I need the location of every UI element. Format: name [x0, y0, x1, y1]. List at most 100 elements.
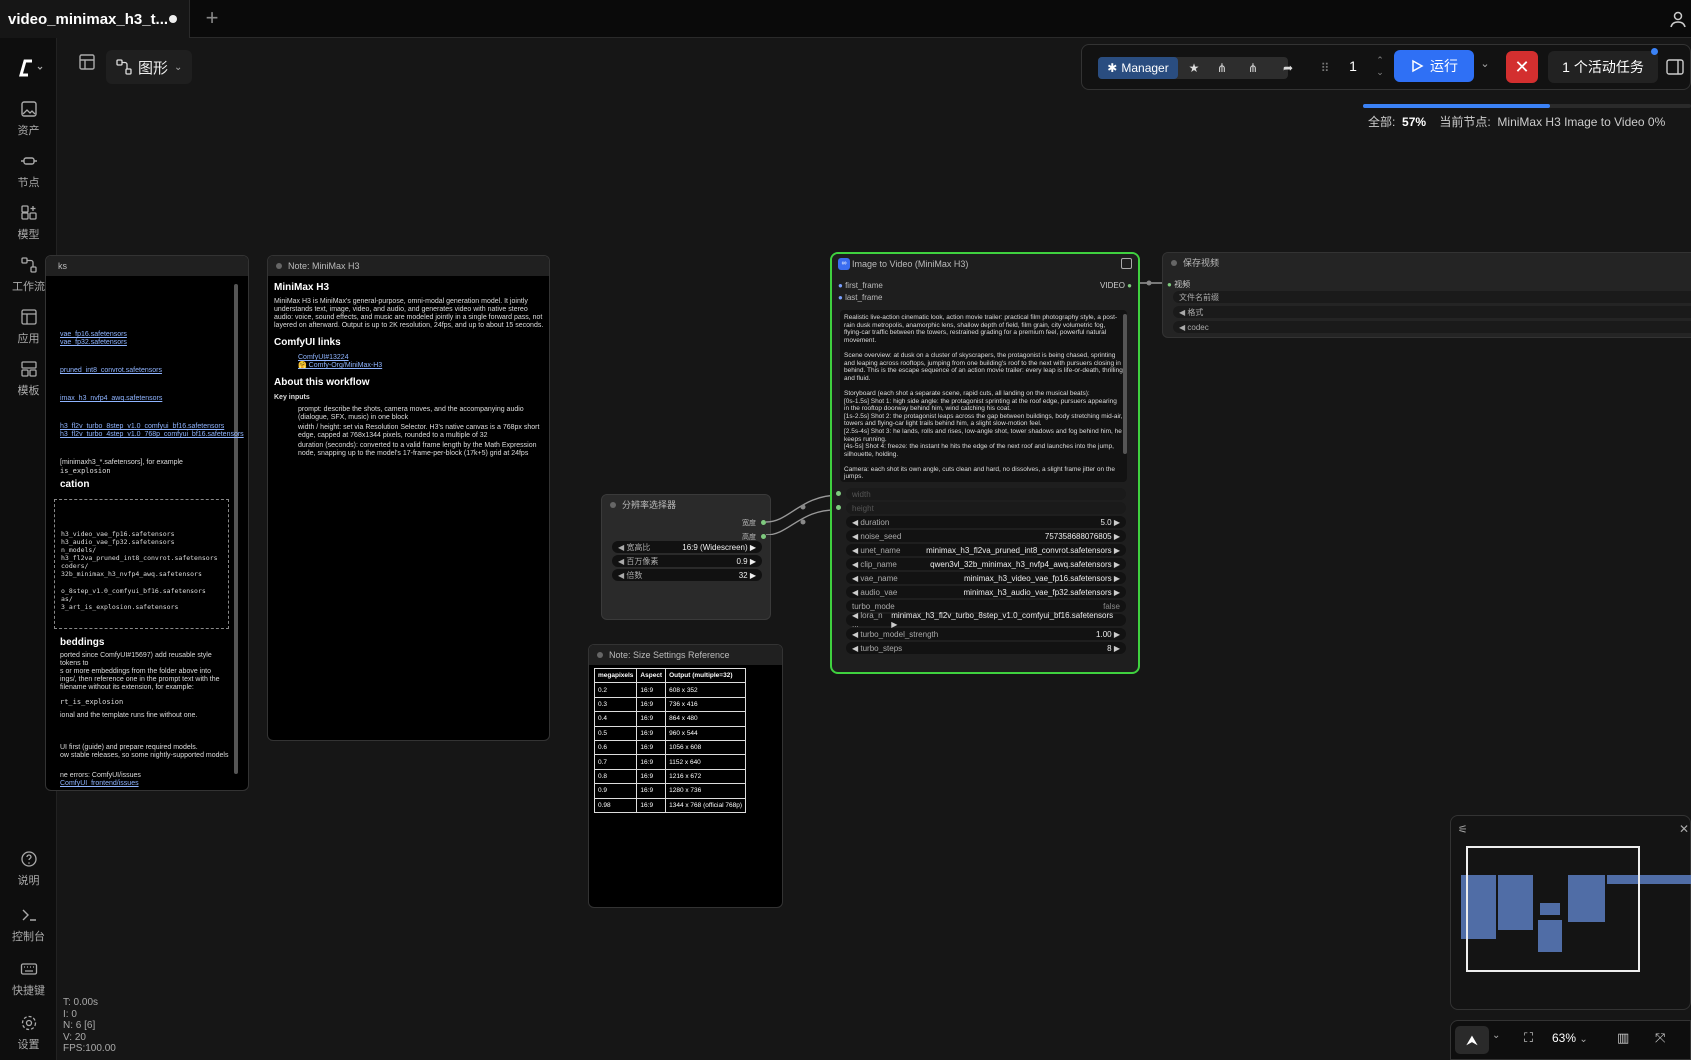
node-header[interactable]: 保存视频	[1163, 253, 1691, 273]
widget-multiple[interactable]: ◀ 倍数 32 ▶	[612, 569, 762, 581]
graph-mode-button[interactable]: 图形 ⌄	[106, 50, 192, 84]
zoom-level[interactable]: 63% ⌄	[1552, 1031, 1602, 1051]
model-link[interactable]: h3_fl2v_turbo_4step_v1.0_768p_comfyui_bf…	[60, 431, 244, 439]
node-title: ks	[58, 261, 67, 271]
increment-arrow-icon[interactable]: ▶	[1112, 532, 1120, 541]
input-socket[interactable]	[836, 491, 841, 496]
collapse-dot[interactable]	[1171, 260, 1177, 266]
widget-megapixels[interactable]: ◀ 百万像素 0.9 ▶	[612, 555, 762, 567]
run-button[interactable]: 运行	[1394, 50, 1474, 82]
select-tool-icon[interactable]: ⮝	[1455, 1026, 1489, 1054]
collapse-dot[interactable]	[276, 263, 282, 269]
model-link[interactable]: vae_fp16.safetensors	[60, 331, 230, 339]
link-item[interactable]: 🤗 Comfy-Org/MiniMax-H3	[298, 362, 544, 370]
sidebar-item-assets[interactable]: 资产	[0, 100, 57, 138]
increment-arrow-icon[interactable]: ▶	[1112, 644, 1120, 653]
model-update-icon[interactable]: ⋔	[1240, 57, 1266, 79]
link-item[interactable]: ComfyUI#13224	[298, 354, 544, 362]
model-link[interactable]: pruned_int8_convrot.safetensors	[60, 367, 230, 375]
save-video-node[interactable]: 保存视频 ● 视频 文件名前缀 ◀ 格式 ◀ codec	[1162, 252, 1691, 338]
widget-filename-prefix[interactable]: 文件名前缀	[1173, 291, 1691, 303]
increment-arrow-icon[interactable]: ▶	[1112, 560, 1120, 569]
manager-button[interactable]: ✱ Manager	[1098, 57, 1178, 79]
app-icon	[20, 309, 37, 325]
resolution-selector-node[interactable]: 分辨率选择器 宽度 高度 ◀ 宽高比 16:9 (Widescreen) ▶ ◀ …	[601, 494, 771, 620]
sidebar-item-shortcuts[interactable]: 快捷键	[0, 960, 57, 998]
cancel-button[interactable]: ✕	[1506, 51, 1538, 83]
widget-lora-n[interactable]: ◀ lora_n ... minimax_h3_fl2v_turbo_8step_…	[846, 611, 1126, 629]
input-first-frame[interactable]: ● first_frame	[838, 281, 883, 290]
prompt-textarea[interactable]: Realistic live-action cinematic look, ac…	[840, 310, 1127, 482]
collapse-dot[interactable]	[597, 652, 603, 658]
model-download-icon[interactable]: ⋔	[1209, 57, 1235, 79]
model-link[interactable]: imax_h3_nvfp4_awq.safetensors	[60, 395, 230, 403]
drag-handle-icon[interactable]: ⠿	[1312, 57, 1338, 79]
widget-duration[interactable]: ◀ duration 5.0 ▶	[846, 516, 1126, 528]
sidebar-item-help[interactable]: 说明	[0, 850, 57, 888]
logo-icon[interactable]	[0, 58, 57, 82]
expand-icon[interactable]	[1121, 258, 1132, 269]
collapse-dot[interactable]	[610, 502, 616, 508]
prompt-para: Realistic live-action cinematic look, ac…	[844, 314, 1118, 344]
widget-aspect[interactable]: ◀ 宽高比 16:9 (Widescreen) ▶	[612, 541, 762, 553]
node-header[interactable]: ∞ Image to Video (MiniMax H3)	[832, 254, 1138, 274]
user-icon[interactable]	[1669, 10, 1687, 28]
new-tab-button[interactable]: +	[200, 6, 224, 30]
increment-arrow-icon[interactable]: ▶	[1112, 574, 1120, 583]
widget-noise-seed[interactable]: ◀ noise_seed 757358688076805 ▶	[846, 530, 1126, 542]
map-icon[interactable]: ▥	[1617, 1030, 1635, 1050]
scrollbar[interactable]	[234, 284, 238, 774]
size-reference-node[interactable]: Note: Size Settings Reference megapixels…	[588, 644, 783, 908]
sidebar-item-models[interactable]: 模型	[0, 204, 57, 242]
widget-unet-name[interactable]: ◀ unet_name minimax_h3_fl2va_pruned_int8_…	[846, 544, 1126, 556]
layout-toggle-icon[interactable]	[75, 50, 99, 74]
increment-arrow-icon[interactable]: ▶	[1112, 546, 1120, 555]
widget-value: 757358688076805	[1044, 531, 1112, 541]
scrollbar[interactable]	[1123, 314, 1127, 454]
image-to-video-node[interactable]: ∞ Image to Video (MiniMax H3) ● first_fra…	[830, 252, 1140, 674]
right-panel-icon[interactable]	[1665, 57, 1685, 77]
input-socket[interactable]	[836, 505, 841, 510]
link-visibility-icon[interactable]: ⤧	[1655, 1030, 1673, 1050]
node-header[interactable]: Note: Size Settings Reference	[589, 645, 782, 665]
widget-turbo-model-strength[interactable]: ◀ turbo_model_strength 1.00 ▶	[846, 628, 1126, 640]
model-link[interactable]: h3_fl2v_turbo_8step_v1.0_comfyui_bf16.sa…	[60, 423, 230, 431]
widget-codec[interactable]: ◀ codec	[1173, 321, 1691, 333]
left-note-node[interactable]: ks vae_fp16.safetensors vae_fp32.safeten…	[45, 255, 249, 791]
star-icon[interactable]: ★	[1181, 57, 1207, 79]
minimap-settings-icon[interactable]: ⚟	[1458, 823, 1472, 837]
table-row: 0.3 16:9 736 x 416	[593, 696, 746, 713]
active-tasks-button[interactable]: 1 个活动任务	[1548, 51, 1658, 83]
widget-vae-name[interactable]: ◀ vae_name minimax_h3_video_vae_fp16.safe…	[846, 572, 1126, 584]
queue-count-input[interactable]: 1	[1338, 58, 1368, 78]
widget-clip-name[interactable]: ◀ clip_name qwen3vl_32b_minimax_h3_nvfp4_…	[846, 558, 1126, 570]
share-icon[interactable]: ➦	[1275, 57, 1301, 79]
table-row: 0.8 16:9 1216 x 672	[593, 768, 746, 785]
output-video[interactable]: VIDEO ●	[1100, 281, 1132, 290]
sidebar-item-nodes[interactable]: 节点	[0, 152, 57, 190]
increment-arrow-icon[interactable]: ▶	[1112, 630, 1120, 639]
node-header[interactable]: 分辨率选择器	[602, 495, 770, 515]
sidebar-item-settings[interactable]: 设置	[0, 1014, 57, 1052]
widget-value: minimax_h3_video_vae_fp16.safetensors	[963, 573, 1112, 583]
widget-audio-vae[interactable]: ◀ audio_vae minimax_h3_audio_vae_fp32.saf…	[846, 586, 1126, 598]
queue-stepper[interactable]: ⌃ ⌄	[1373, 54, 1387, 80]
issues-link[interactable]: ComfyUI_frontend/issues	[60, 780, 232, 788]
input-last-frame[interactable]: ● last_frame	[838, 293, 882, 302]
minimap-viewport[interactable]	[1466, 846, 1640, 972]
model-link[interactable]: vae_fp32.safetensors	[60, 339, 230, 347]
sidebar-item-console[interactable]: 控制台	[0, 906, 57, 944]
chevron-down-icon[interactable]: ⌄	[1492, 1030, 1504, 1050]
input-video[interactable]: ● 视频	[1167, 279, 1190, 290]
increment-arrow-icon[interactable]: ▶	[1112, 518, 1120, 527]
run-options-chevron-icon[interactable]: ⌄	[1476, 57, 1494, 77]
node-header[interactable]: Note: MiniMax H3	[268, 256, 549, 276]
widget-turbo-steps[interactable]: ◀ turbo_steps 8 ▶	[846, 642, 1126, 654]
note-minimax-node[interactable]: Note: MiniMax H3 MiniMax H3 MiniMax H3 i…	[267, 255, 550, 741]
increment-arrow-icon[interactable]: ▶	[1112, 588, 1120, 597]
minimap-close-icon[interactable]: ✕	[1679, 822, 1691, 836]
fit-view-icon[interactable]: ⛶	[1524, 1030, 1540, 1050]
workflow-tab[interactable]: video_minimax_h3_t...	[0, 0, 190, 38]
node-header[interactable]: ks	[46, 256, 248, 276]
widget-format[interactable]: ◀ 格式	[1173, 306, 1691, 318]
